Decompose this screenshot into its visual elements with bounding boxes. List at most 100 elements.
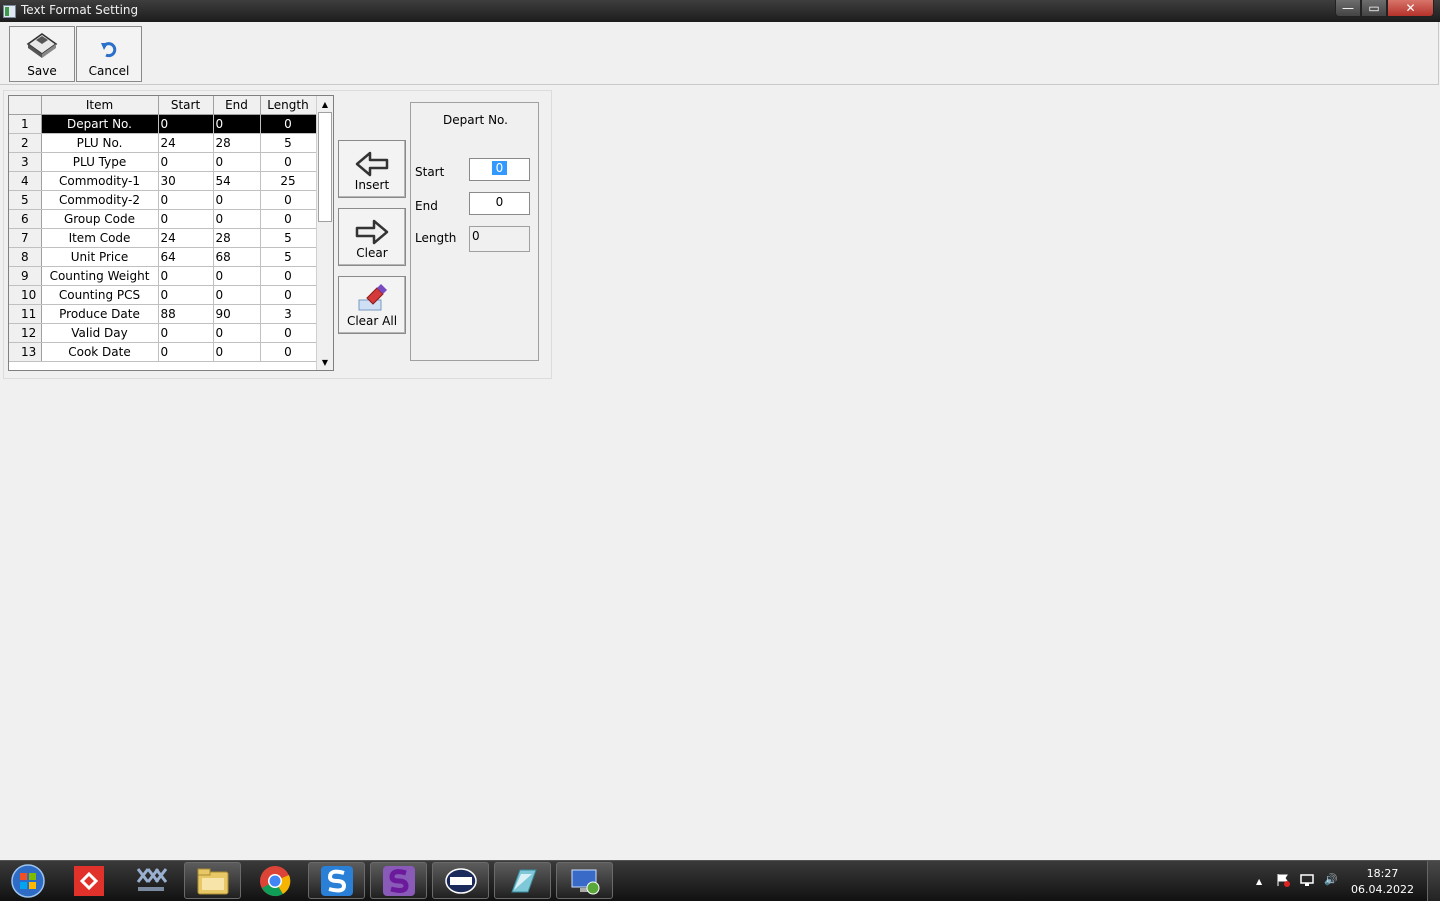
row-item[interactable]: Produce Date bbox=[41, 304, 159, 324]
save-button[interactable]: Save bbox=[9, 26, 75, 82]
show-desktop-button[interactable] bbox=[1427, 861, 1440, 901]
end-field[interactable]: 0 bbox=[469, 192, 530, 215]
row-start[interactable]: 0 bbox=[158, 152, 214, 172]
minimize-button[interactable]: — bbox=[1335, 0, 1361, 17]
row-number[interactable]: 12 bbox=[9, 323, 42, 343]
clear-all-button[interactable]: Clear All bbox=[338, 276, 406, 334]
taskbar-app-network[interactable] bbox=[556, 862, 613, 899]
row-item[interactable]: Commodity-1 bbox=[41, 171, 159, 191]
row-item[interactable]: PLU No. bbox=[41, 133, 159, 153]
row-length[interactable]: 0 bbox=[260, 342, 317, 362]
table-row[interactable]: 1 Depart No. 0 0 0 bbox=[9, 114, 317, 134]
row-length[interactable]: 3 bbox=[260, 304, 317, 324]
scroll-up-icon[interactable]: ▲ bbox=[317, 96, 333, 112]
table-row[interactable]: 13 Cook Date 0 0 0 bbox=[9, 342, 317, 362]
table-row[interactable]: 9 Counting Weight 0 0 0 bbox=[9, 266, 317, 286]
row-end[interactable]: 0 bbox=[213, 209, 261, 229]
row-item[interactable]: Group Code bbox=[41, 209, 159, 229]
row-end[interactable]: 90 bbox=[213, 304, 261, 324]
row-start[interactable]: 24 bbox=[158, 133, 214, 153]
row-start[interactable]: 30 bbox=[158, 171, 214, 191]
table-row[interactable]: 11 Produce Date 88 90 3 bbox=[9, 304, 317, 324]
row-length[interactable]: 0 bbox=[260, 266, 317, 286]
taskbar-app-explorer[interactable] bbox=[184, 862, 241, 899]
insert-button[interactable]: Insert bbox=[338, 140, 406, 198]
row-start[interactable]: 0 bbox=[158, 266, 214, 286]
row-length[interactable]: 0 bbox=[260, 152, 317, 172]
row-number[interactable]: 9 bbox=[9, 266, 42, 286]
taskbar-app-purple[interactable] bbox=[370, 862, 427, 899]
row-end[interactable]: 0 bbox=[213, 190, 261, 210]
row-end[interactable]: 0 bbox=[213, 342, 261, 362]
clock[interactable]: 18:27 06.04.2022 bbox=[1351, 866, 1414, 898]
row-start[interactable]: 0 bbox=[158, 342, 214, 362]
row-length[interactable]: 5 bbox=[260, 133, 317, 153]
row-length[interactable]: 25 bbox=[260, 171, 317, 191]
row-start[interactable]: 0 bbox=[158, 323, 214, 343]
row-end[interactable]: 0 bbox=[213, 266, 261, 286]
row-end[interactable]: 0 bbox=[213, 114, 261, 134]
cancel-button[interactable]: Cancel bbox=[76, 26, 142, 82]
row-number[interactable]: 11 bbox=[9, 304, 42, 324]
row-start[interactable]: 64 bbox=[158, 247, 214, 267]
table-row[interactable]: 5 Commodity-2 0 0 0 bbox=[9, 190, 317, 210]
row-item[interactable]: Valid Day bbox=[41, 323, 159, 343]
row-start[interactable]: 24 bbox=[158, 228, 214, 248]
table-row[interactable]: 2 PLU No. 24 28 5 bbox=[9, 133, 317, 153]
start-button[interactable] bbox=[0, 862, 55, 899]
taskbar-app-green[interactable] bbox=[494, 862, 551, 899]
row-end[interactable]: 0 bbox=[213, 152, 261, 172]
row-length[interactable]: 5 bbox=[260, 228, 317, 248]
taskbar-app-red[interactable] bbox=[60, 862, 117, 899]
row-start[interactable]: 0 bbox=[158, 209, 214, 229]
maximize-button[interactable]: ▭ bbox=[1361, 0, 1387, 17]
row-item[interactable]: PLU Type bbox=[41, 152, 159, 172]
taskbar-app-respos[interactable] bbox=[122, 862, 179, 899]
row-number[interactable]: 2 bbox=[9, 133, 42, 153]
network-icon[interactable] bbox=[1300, 873, 1314, 887]
row-start[interactable]: 0 bbox=[158, 285, 214, 305]
row-number[interactable]: 7 bbox=[9, 228, 42, 248]
row-length[interactable]: 5 bbox=[260, 247, 317, 267]
table-row[interactable]: 7 Item Code 24 28 5 bbox=[9, 228, 317, 248]
row-start[interactable]: 0 bbox=[158, 190, 214, 210]
row-length[interactable]: 0 bbox=[260, 190, 317, 210]
header-start[interactable]: Start bbox=[158, 96, 214, 115]
header-end[interactable]: End bbox=[213, 96, 261, 115]
row-end[interactable]: 54 bbox=[213, 171, 261, 191]
row-end[interactable]: 28 bbox=[213, 133, 261, 153]
row-end[interactable]: 0 bbox=[213, 285, 261, 305]
taskbar-app-densi[interactable] bbox=[432, 862, 489, 899]
row-length[interactable]: 0 bbox=[260, 323, 317, 343]
row-item[interactable]: Counting Weight bbox=[41, 266, 159, 286]
row-item[interactable]: Commodity-2 bbox=[41, 190, 159, 210]
format-grid[interactable]: Item Start End Length 1 Depart No. 0 0 0 2 PLU… bbox=[8, 95, 334, 371]
taskbar-app-s[interactable] bbox=[308, 862, 365, 899]
row-number[interactable]: 4 bbox=[9, 171, 42, 191]
scroll-thumb[interactable] bbox=[318, 112, 332, 222]
table-row[interactable]: 8 Unit Price 64 68 5 bbox=[9, 247, 317, 267]
row-end[interactable]: 0 bbox=[213, 323, 261, 343]
row-number[interactable]: 1 bbox=[9, 114, 42, 134]
start-field[interactable]: 0 bbox=[469, 158, 530, 181]
grid-scrollbar[interactable]: ▲ ▼ bbox=[316, 96, 333, 370]
row-length[interactable]: 0 bbox=[260, 209, 317, 229]
row-item[interactable]: Depart No. bbox=[41, 114, 159, 134]
row-number[interactable]: 3 bbox=[9, 152, 42, 172]
row-length[interactable]: 0 bbox=[260, 114, 317, 134]
row-number[interactable]: 8 bbox=[9, 247, 42, 267]
row-number[interactable]: 5 bbox=[9, 190, 42, 210]
row-length[interactable]: 0 bbox=[260, 285, 317, 305]
taskbar-app-chrome[interactable] bbox=[246, 862, 303, 899]
header-item[interactable]: Item bbox=[41, 96, 159, 115]
scroll-down-icon[interactable]: ▼ bbox=[317, 354, 333, 370]
row-end[interactable]: 68 bbox=[213, 247, 261, 267]
close-button[interactable]: ✕ bbox=[1387, 0, 1434, 17]
table-row[interactable]: 6 Group Code 0 0 0 bbox=[9, 209, 317, 229]
header-length[interactable]: Length bbox=[260, 96, 317, 115]
row-start[interactable]: 0 bbox=[158, 114, 214, 134]
row-item[interactable]: Counting PCS bbox=[41, 285, 159, 305]
table-row[interactable]: 4 Commodity-1 30 54 25 bbox=[9, 171, 317, 191]
row-item[interactable]: Unit Price bbox=[41, 247, 159, 267]
row-item[interactable]: Cook Date bbox=[41, 342, 159, 362]
